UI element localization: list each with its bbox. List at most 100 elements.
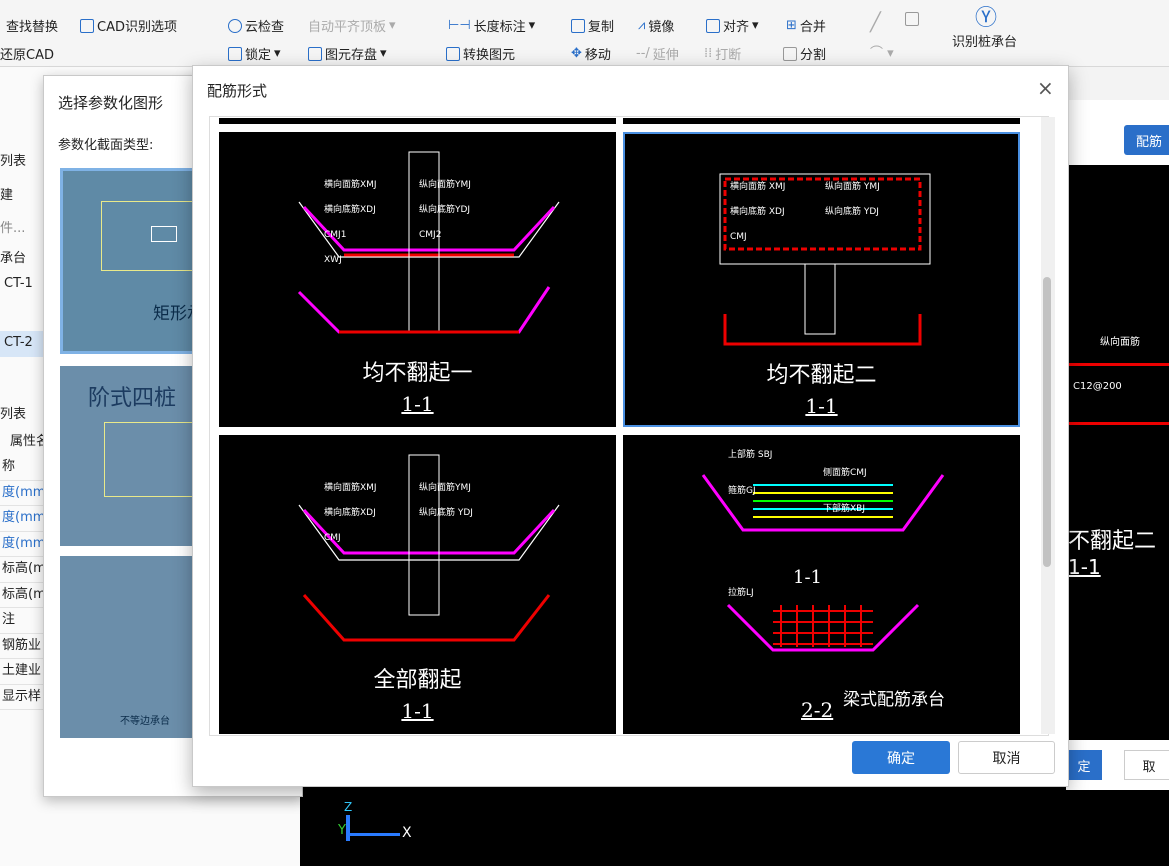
rebar-label: 横向底筋 XDJ: [730, 205, 785, 217]
attr-row: 显示样: [0, 685, 43, 710]
attr-row: 标高(m: [0, 557, 43, 583]
rebar-label: 纵向底筋YDJ: [419, 203, 470, 215]
right-rebar-line: [1068, 363, 1169, 366]
save-element-button[interactable]: 图元存盘 ▾: [308, 44, 387, 63]
option-name: 均不翻起一: [362, 361, 472, 386]
cad-drawing: 横向面筋 XMJ 纵向面筋 YMJ 横向底筋 XDJ 纵向底筋 YDJ CMJ 均不翻起二…: [719, 173, 931, 418]
convert-element-button[interactable]: 转换图元: [446, 44, 515, 63]
copy-icon: [571, 18, 585, 33]
move-icon: ✥: [571, 46, 582, 61]
prev-row-strip: [219, 118, 616, 124]
option-name: 梁式配筋承台: [843, 690, 945, 710]
split-icon: [783, 46, 797, 61]
rebar-label: XWJ: [324, 255, 342, 265]
tree-item-cap[interactable]: 承台: [0, 247, 26, 266]
rebar-label: 下部筋XBJ: [823, 502, 865, 514]
attr-row: 称: [0, 455, 43, 481]
right-cancel-button[interactable]: 取: [1124, 750, 1169, 780]
copy-button[interactable]: 复制: [571, 16, 614, 35]
line-icon[interactable]: ╱: [870, 12, 881, 33]
right-text: 不翻起二: [1068, 529, 1157, 554]
lock-icon: [228, 46, 242, 61]
attr-row: 度(mm: [0, 532, 43, 557]
right-label: 纵向面筋: [1100, 337, 1140, 348]
cad-drawing: 横向面筋XMJ 纵向面筋YMJ 横向底筋XDJ 纵向底筋 YDJ CMJ 全部翻起 1-1: [298, 454, 560, 723]
extend-button[interactable]: --/延伸: [636, 44, 679, 63]
scrollbar-thumb[interactable]: [1043, 277, 1051, 567]
cad-drawing: 上部筋 SBJ 侧面筋CMJ 箍筋GJ 下部筋XBJ 拉筋LJ 1-1 2-2 梁式配筋承台: [701, 448, 945, 722]
attr-row: 度(mm: [0, 481, 43, 506]
rebar-label: 纵向面筋YMJ: [419, 481, 471, 493]
cad-options-button[interactable]: CAD识别选项: [80, 16, 177, 35]
restore-cad-button[interactable]: 还原CAD: [0, 44, 54, 63]
ribbon-toolbar: 查找替换 CAD识别选项 还原CAD 云检查 自动平齐顶板 ▾ ⊢⊣ 长度标注 ▾…: [0, 0, 1169, 67]
right-sec: 1-1: [1068, 555, 1101, 579]
axis-x-arrow: [348, 833, 400, 836]
option-name: 全部翻起: [373, 668, 461, 693]
section-label: 1-1: [805, 394, 837, 418]
lock-button[interactable]: 锁定 ▾: [228, 44, 281, 63]
scrollbar[interactable]: [1041, 117, 1055, 734]
cloud-check-icon: [228, 18, 242, 33]
arc-icon[interactable]: ⌒ ▾: [870, 42, 894, 61]
cad-canvas[interactable]: Z X Y: [300, 785, 1169, 866]
axis-x: X: [402, 825, 412, 841]
rebar-label: 纵向面筋YMJ: [419, 178, 471, 190]
recognize-cap-icon: Ⓨ: [975, 6, 998, 31]
break-icon: ⁞⁞: [704, 46, 713, 61]
hatch-icon: [151, 226, 177, 242]
tree-item-ct1[interactable]: CT-1: [4, 276, 33, 291]
rebar-button[interactable]: 配筋: [1124, 125, 1169, 155]
cloud-check-button[interactable]: 云检查: [228, 16, 284, 35]
tab-list[interactable]: 列表: [0, 150, 26, 169]
thumb-label: 阶式四桩: [88, 386, 177, 411]
merge-button[interactable]: ⊞ 合并: [786, 16, 826, 35]
search-input[interactable]: 件...: [0, 217, 25, 236]
section-label: 1-1: [401, 392, 433, 416]
rebar-label: 纵向面筋 YMJ: [825, 180, 880, 192]
split-button[interactable]: 分割: [783, 44, 826, 63]
axis-y: Y: [338, 823, 346, 838]
axis-z-arrow: [346, 815, 350, 841]
tree-item-ct2[interactable]: CT-2: [0, 331, 43, 357]
cancel-button[interactable]: 取消: [958, 741, 1055, 774]
rebar-label: 横向底筋XDJ: [324, 506, 376, 518]
rebar-label: 横向面筋XMJ: [324, 178, 377, 190]
attr-row: 注: [0, 608, 43, 634]
option-junbufanqi-2[interactable]: 横向面筋 XMJ 纵向面筋 YMJ 横向底筋 XDJ 纵向底筋 YDJ CMJ 均不翻起二…: [623, 132, 1020, 427]
rect-icon[interactable]: [905, 12, 919, 26]
option-name: 均不翻起二: [766, 363, 876, 388]
option-liangshi[interactable]: 上部筋 SBJ 侧面筋CMJ 箍筋GJ 下部筋XBJ 拉筋LJ 1-1 2-2 梁式配筋承台: [623, 435, 1020, 734]
section-label: 1-1: [401, 699, 433, 723]
ok-button[interactable]: 确定: [852, 741, 950, 774]
merge-icon: ⊞: [786, 18, 797, 33]
tab-list-2[interactable]: 列表: [0, 403, 26, 422]
mirror-icon: ⩘: [638, 18, 646, 33]
option-quanbufanqi[interactable]: 横向面筋XMJ 纵向面筋YMJ 横向底筋XDJ 纵向底筋 YDJ CMJ 全部翻起 1-1: [219, 435, 616, 734]
rebar-label: 横向底筋XDJ: [324, 203, 376, 215]
cad-drawing: 横向面筋XMJ 纵向面筋YMJ 横向底筋XDJ 纵向底筋YDJ CMJ1 CMJ2 XWJ 均…: [297, 151, 560, 416]
right-preview: 纵向面筋 C12@200 不翻起二 1-1: [1068, 165, 1169, 740]
find-replace-button[interactable]: 查找替换: [6, 16, 58, 35]
attr-list: 称度(mm 度(mm 度(mm 标高(m 标高(m 注钢筋业 土建业 显示样: [0, 455, 43, 710]
auto-align-button[interactable]: 自动平齐顶板 ▾: [308, 16, 396, 35]
align-button[interactable]: 对齐 ▾: [706, 16, 759, 35]
rebar-label: CMJ: [324, 533, 341, 543]
dim-length-button[interactable]: ⊢⊣ 长度标注 ▾: [448, 16, 535, 35]
align-icon: [706, 18, 720, 33]
option-junbufanqi-1[interactable]: 横向面筋XMJ 纵向面筋YMJ 横向底筋XDJ 纵向底筋YDJ CMJ1 CMJ2 XWJ 均…: [219, 132, 616, 427]
convert-icon: [446, 46, 460, 61]
move-button[interactable]: ✥ 移动: [571, 44, 611, 63]
rebar-label: CMJ1: [324, 230, 346, 240]
mirror-button[interactable]: ⩘ 镜像: [638, 16, 674, 35]
save-icon: [308, 46, 322, 61]
attr-row: 标高(m: [0, 583, 43, 608]
close-icon[interactable]: ×: [1037, 76, 1054, 100]
right-ok-button[interactable]: 定: [1066, 750, 1102, 780]
break-button[interactable]: ⁞⁞ 打断: [704, 44, 741, 63]
rebar-label: 纵向底筋 YDJ: [825, 205, 879, 217]
new-button[interactable]: 建: [0, 184, 13, 203]
attr-row: 土建业: [0, 659, 43, 685]
rebar-label: CMJ: [730, 232, 747, 242]
recognize-cap-button[interactable]: 识别桩承台: [952, 31, 1017, 50]
